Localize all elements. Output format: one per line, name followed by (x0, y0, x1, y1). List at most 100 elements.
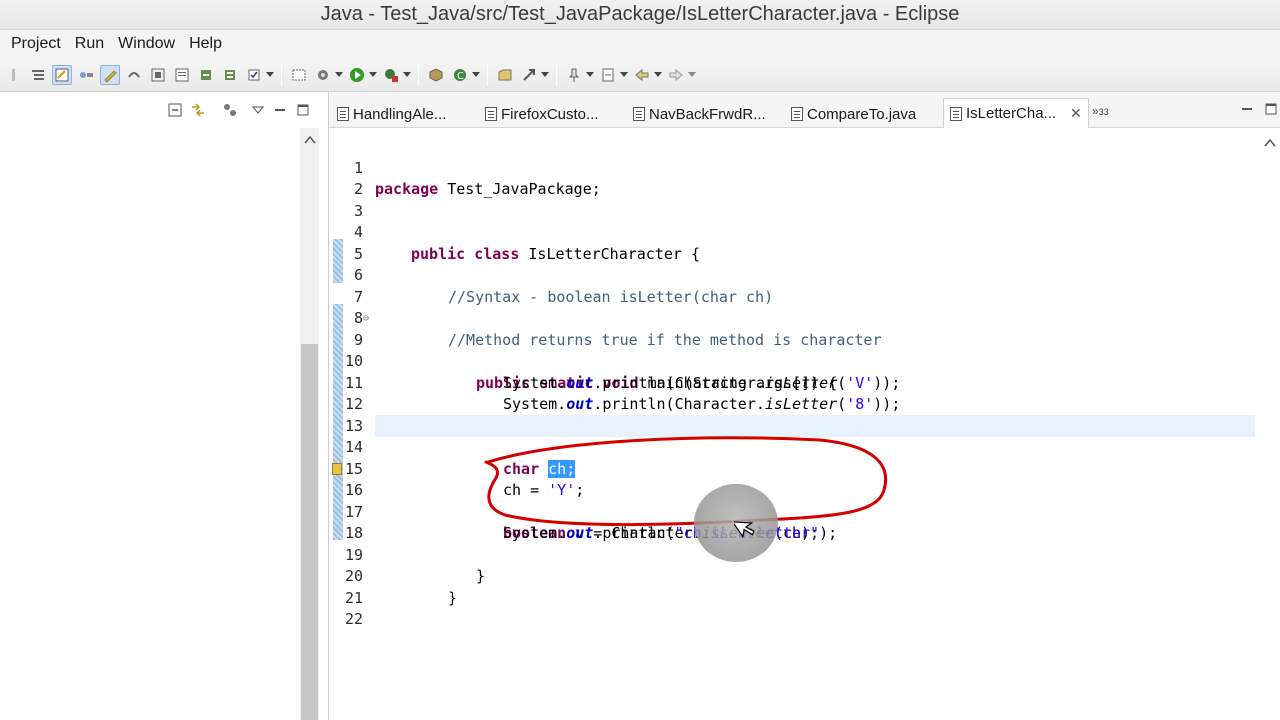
pin-dropdown-icon[interactable] (586, 65, 594, 85)
toolbar-separator (281, 63, 282, 86)
package-explorer-header (0, 92, 322, 128)
scroll-up-arrow-icon[interactable] (1263, 136, 1277, 150)
code-line: 3 (329, 179, 1259, 220)
menu-bar: Project Run Window Help (0, 30, 1280, 58)
code-line: 11 System.out.println(Character.isLetter… (329, 351, 1259, 414)
java-file-icon (633, 107, 645, 121)
scroll-up-arrow-icon[interactable] (300, 132, 319, 148)
breadcrumb-icon[interactable] (76, 65, 96, 85)
link-with-editor-icon[interactable] (190, 102, 206, 118)
scrollbar-thumb[interactable] (301, 344, 318, 720)
next-annotation-icon[interactable] (196, 65, 216, 85)
pin-editor-icon[interactable] (564, 65, 584, 85)
tab-label: HandlingAle... (353, 105, 447, 123)
code-line: 21 (329, 566, 1259, 607)
line-number: 22 (344, 610, 363, 628)
editor-maximize-icon[interactable] (1265, 102, 1279, 116)
previous-annotation-icon[interactable] (220, 65, 240, 85)
block-selection-icon[interactable] (148, 65, 168, 85)
window-title: Java - Test_Java/src/Test_JavaPackage/Is… (320, 3, 960, 25)
tab-label: IsLetterCha... (966, 105, 1057, 122)
open-task-icon[interactable] (519, 65, 539, 85)
toolbar-grip-icon (4, 65, 24, 85)
code-line: 22 (329, 588, 1259, 628)
code-line: 2 (329, 158, 1259, 198)
tab-overflow[interactable]: »33 (1092, 104, 1109, 118)
menu-project[interactable]: Project (4, 35, 68, 53)
package-explorer-scrollbar[interactable] (300, 128, 319, 720)
code-line: 8 //Method returns true if the method is… (329, 287, 1259, 349)
last-edit-dropdown-icon[interactable] (620, 65, 628, 85)
back-dropdown-icon[interactable] (654, 65, 662, 85)
code-line: 1 package Test_JavaPackage; (329, 136, 1259, 199)
code-line: 14 char ch; (329, 416, 1259, 478)
new-java-project-icon[interactable] (289, 65, 309, 85)
main-toolbar: C (0, 58, 1280, 92)
code-line: 4 public class IsLetterCharacter { (329, 201, 1259, 263)
open-type-icon[interactable] (495, 65, 515, 85)
tab-handlingale[interactable]: HandlingAle... (337, 100, 446, 128)
code-line: 6 //Syntax - boolean isLetter(char ch) (329, 244, 1259, 306)
overflow-count: 33 (1098, 107, 1109, 117)
run-dropdown-icon[interactable] (369, 65, 377, 85)
tab-label: FirefoxCusto... (501, 105, 599, 123)
close-tab-icon[interactable]: ✕ (1070, 105, 1082, 122)
view-menu-icon[interactable] (250, 102, 266, 118)
external-tools-icon[interactable] (381, 65, 401, 85)
tab-navbackfrwdr[interactable]: NavBackFrwdR... (633, 100, 766, 128)
toolbar-separator (487, 63, 488, 86)
warning-marker-icon[interactable] (332, 462, 342, 475)
debug-icon[interactable] (313, 65, 333, 85)
toggle-mark-occurrences-icon[interactable] (52, 64, 72, 85)
editor-minimize-icon[interactable] (1241, 102, 1255, 116)
code-line: 19 } (329, 523, 1259, 586)
tab-isletterchar[interactable]: IsLetterCha... ✕ (943, 98, 1089, 128)
new-class-dropdown-icon[interactable] (472, 65, 480, 85)
toolbar-separator (418, 63, 419, 86)
menu-window[interactable]: Window (111, 35, 182, 53)
menu-help[interactable]: Help (182, 35, 229, 53)
forward-dropdown-icon[interactable] (688, 65, 696, 85)
maximize-icon[interactable] (295, 102, 311, 118)
task-icon[interactable] (244, 65, 264, 85)
code-line: 18 (329, 502, 1259, 542)
code-line: 13 (329, 394, 1259, 435)
new-package-icon[interactable] (426, 65, 446, 85)
window-title-bar: Java - Test_Java/src/Test_JavaPackage/Is… (0, 0, 1280, 30)
tab-firefoxcusto[interactable]: FirefoxCusto... (485, 100, 599, 128)
show-source-icon[interactable] (172, 65, 192, 85)
code-line: 15 ch = 'Y'; (329, 437, 1259, 500)
new-class-icon[interactable]: C (450, 65, 470, 85)
code-line: 12 (329, 373, 1259, 413)
highlight-icon[interactable] (100, 64, 120, 85)
package-explorer-panel (0, 92, 322, 720)
menu-run[interactable]: Run (68, 35, 111, 53)
debug-dropdown-icon[interactable] (335, 65, 343, 85)
forward-icon[interactable] (666, 65, 686, 85)
last-edit-location-icon[interactable] (598, 65, 618, 85)
editor-tab-bar: HandlingAle... FirefoxCusto... NavBackFr… (329, 92, 1280, 128)
open-task-dropdown-icon[interactable] (541, 65, 549, 85)
code-line: 9 ⊖ public static void main(String args[… (329, 308, 1259, 392)
task-dropdown-icon[interactable] (266, 65, 274, 85)
focus-icon[interactable] (222, 102, 238, 118)
back-icon[interactable] (632, 65, 652, 85)
minimize-icon[interactable] (272, 102, 288, 118)
java-file-icon (337, 107, 349, 121)
editor-vertical-scrollbar[interactable] (1261, 136, 1279, 720)
svg-text:C: C (457, 71, 464, 82)
chevron-right-icon: » (1092, 104, 1099, 118)
collapse-all-icon[interactable] (167, 102, 183, 118)
run-icon[interactable] (347, 65, 367, 85)
external-tools-dropdown-icon[interactable] (403, 65, 411, 85)
tab-compareto[interactable]: CompareTo.java (791, 100, 916, 128)
code-line: 10 System.out.println(Character.isLetter… (329, 330, 1259, 392)
show-whitespace-icon[interactable] (124, 65, 144, 85)
fold-collapse-icon[interactable]: ⊖ (363, 308, 369, 330)
code-line: 7 (329, 265, 1259, 306)
java-file-icon (485, 107, 497, 121)
java-file-icon (791, 107, 803, 121)
pointer-cursor-icon (734, 521, 755, 539)
hierarchy-icon[interactable] (28, 65, 48, 85)
code-line: 16 boolean v = Character.isLetter(ch); (329, 459, 1259, 542)
